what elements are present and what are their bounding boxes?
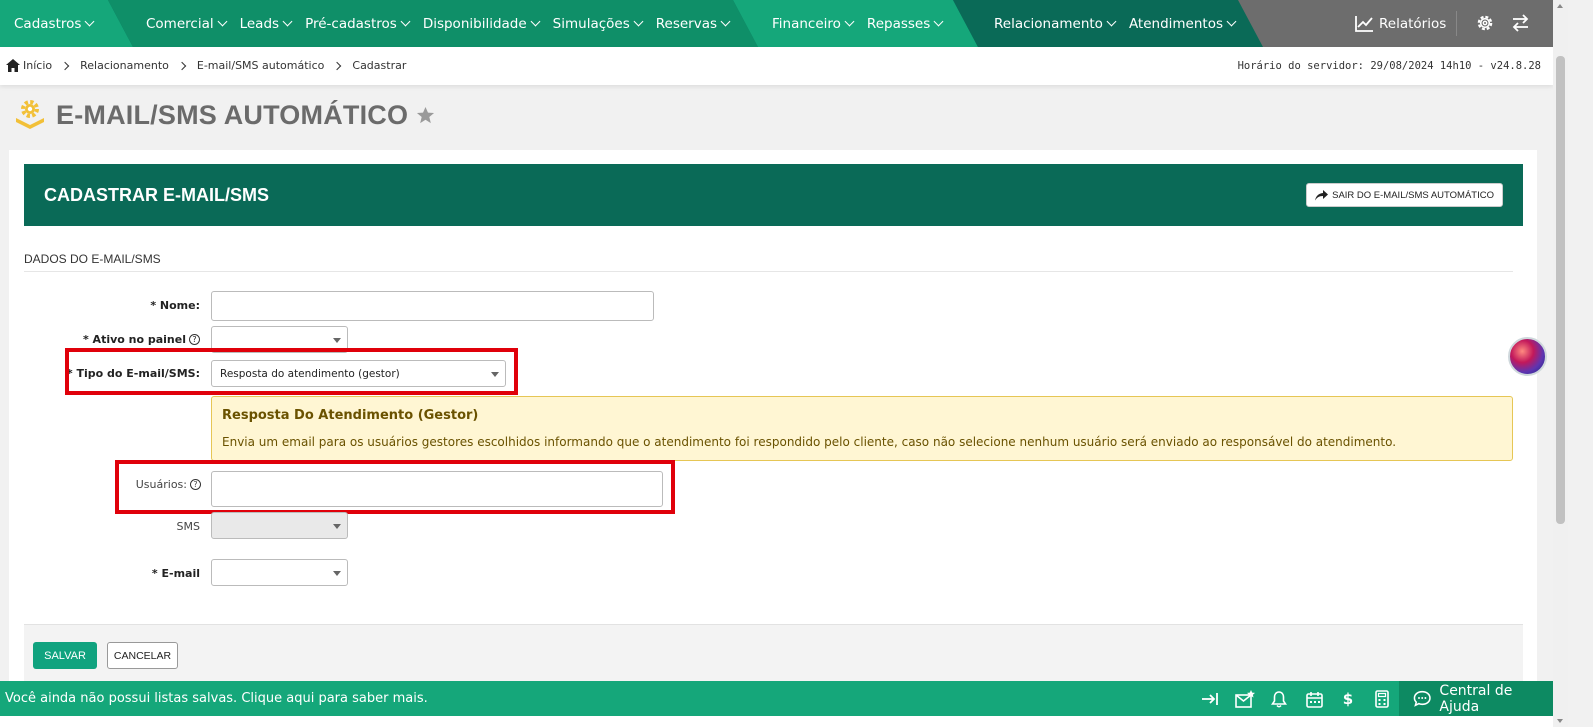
dollar-icon[interactable]: $ [1337,688,1359,710]
info-title: Resposta Do Atendimento (Gestor) [222,408,479,423]
vertical-scrollbar[interactable] [1553,0,1568,727]
chevron-down-icon [633,16,644,27]
section-title: DADOS DO E-MAIL/SMS [24,252,161,266]
home-icon[interactable] [6,59,20,72]
save-button[interactable]: SALVAR [33,642,97,669]
page-title: E-MAIL/SMS AUTOMÁTICO [56,100,409,130]
chevron-down-icon [1106,16,1117,27]
nav-leads[interactable]: Leads [233,16,298,32]
calculator-icon[interactable] [1371,688,1393,710]
server-time: Horário do servidor: 29/08/2024 14h10 - … [1237,60,1541,72]
form-actions-band [24,624,1523,682]
exit-button-label: SAIR DO E-MAIL/SMS AUTOMÁTICO [1332,189,1494,201]
nav-relacionamento[interactable]: Relacionamento [987,16,1122,32]
chevron-down-icon [217,16,228,27]
highlight-box-tipo [65,348,518,395]
nav-relatorios[interactable]: Relatórios [1355,0,1446,47]
caret-down-icon [333,337,341,343]
chevron-down-icon [530,16,541,27]
chat-icon [1413,690,1431,707]
section-divider [24,271,1513,272]
exit-email-sms-button[interactable]: SAIR DO E-MAIL/SMS AUTOMÁTICO [1306,183,1503,207]
sms-select[interactable] [211,512,348,539]
breadcrumb-relacionamento[interactable]: Relacionamento [80,59,169,72]
calendar-icon[interactable] [1303,688,1325,710]
cancel-button[interactable]: CANCELAR [107,642,178,669]
scrollbar-thumb[interactable] [1556,56,1565,524]
top-navigation: Cadastros Comercial Leads Pré-cadastros … [0,0,1553,47]
nav-repasses[interactable]: Repasses [860,16,949,32]
breadcrumb-email-sms[interactable]: E-mail/SMS automático [197,59,325,72]
breadcrumb-bar: Início Relacionamento E-mail/SMS automát… [0,47,1553,85]
chevron-right-icon [60,61,70,70]
email-label: * E-mail [151,567,200,580]
nav-group-financial: Financeiro Repasses [765,0,949,47]
help-center-button[interactable]: Central de Ajuda [1399,681,1553,716]
chevron-down-icon [720,16,731,27]
favorite-star-icon[interactable] [416,106,435,125]
nome-input[interactable] [211,291,654,321]
nav-cadastros[interactable]: Cadastros [7,16,100,32]
assistant-avatar-button[interactable] [1508,337,1547,376]
chevron-down-icon [84,16,95,27]
nav-group-cadastros: Cadastros [7,0,100,47]
bottom-bar: Você ainda não possui listas salvas. Cli… [0,681,1553,716]
nav-relatorios-label: Relatórios [1379,15,1447,32]
ativo-label-group: * Ativo no painel? [83,333,200,346]
help-center-label: Central de Ajuda [1439,682,1513,715]
swap-arrows-icon[interactable] [1511,14,1530,32]
saved-lists-message[interactable]: Você ainda não possui listas salvas. Cli… [5,691,428,706]
highlight-box-usuarios [115,460,675,514]
nav-group-relationship: Relacionamento Atendimentos [987,0,1242,47]
info-box: Resposta Do Atendimento (Gestor) Envia u… [211,396,1513,461]
breadcrumb: Início Relacionamento E-mail/SMS automát… [6,59,406,72]
sms-label: SMS [176,520,200,533]
module-gear-icon [16,100,44,129]
chevron-down-icon [400,16,411,27]
page-bottom-strip [0,716,1553,727]
scroll-up-arrow-icon[interactable] [1557,4,1563,8]
breadcrumb-inicio[interactable]: Início [23,59,52,72]
nav-group-commercial: Comercial Leads Pré-cadastros Disponibil… [139,0,736,47]
info-text: Envia um email para os usuários gestores… [222,435,1397,449]
mail-star-icon[interactable] [1234,688,1256,710]
chevron-down-icon [844,16,855,27]
ativo-label: * Ativo no painel [82,333,186,346]
chart-line-icon [1355,16,1373,32]
chevron-right-icon [333,61,342,70]
chevron-down-icon [282,16,293,27]
caret-down-icon [333,523,341,529]
chevron-down-icon [933,16,944,27]
chevron-down-icon [1226,16,1237,27]
nav-comercial[interactable]: Comercial [139,16,233,32]
breadcrumb-cadastrar: Cadastrar [352,59,407,72]
nav-divider [1456,11,1457,36]
nav-reservas[interactable]: Reservas [649,16,736,32]
gear-icon[interactable] [1476,14,1494,32]
chevron-right-icon [177,61,187,70]
share-arrow-icon [1315,189,1329,200]
nome-label: * Nome: [150,299,200,312]
nav-pre-cadastros[interactable]: Pré-cadastros [298,16,416,32]
card-title: CADASTRAR E-MAIL/SMS [44,185,269,205]
nav-disponibilidade[interactable]: Disponibilidade [416,16,546,32]
nav-financeiro[interactable]: Financeiro [765,16,860,32]
card-header: CADASTRAR E-MAIL/SMS SAIR DO E-MAIL/SMS … [24,164,1523,226]
scroll-down-arrow-icon[interactable] [1557,719,1563,723]
caret-down-icon [333,570,341,576]
bell-icon[interactable] [1268,688,1290,710]
help-circle-icon[interactable]: ? [189,334,200,345]
nav-simulacoes[interactable]: Simulações [546,16,649,32]
arrow-to-right-icon[interactable] [1199,688,1221,710]
nav-atendimentos[interactable]: Atendimentos [1122,16,1242,32]
email-select[interactable] [211,559,348,586]
